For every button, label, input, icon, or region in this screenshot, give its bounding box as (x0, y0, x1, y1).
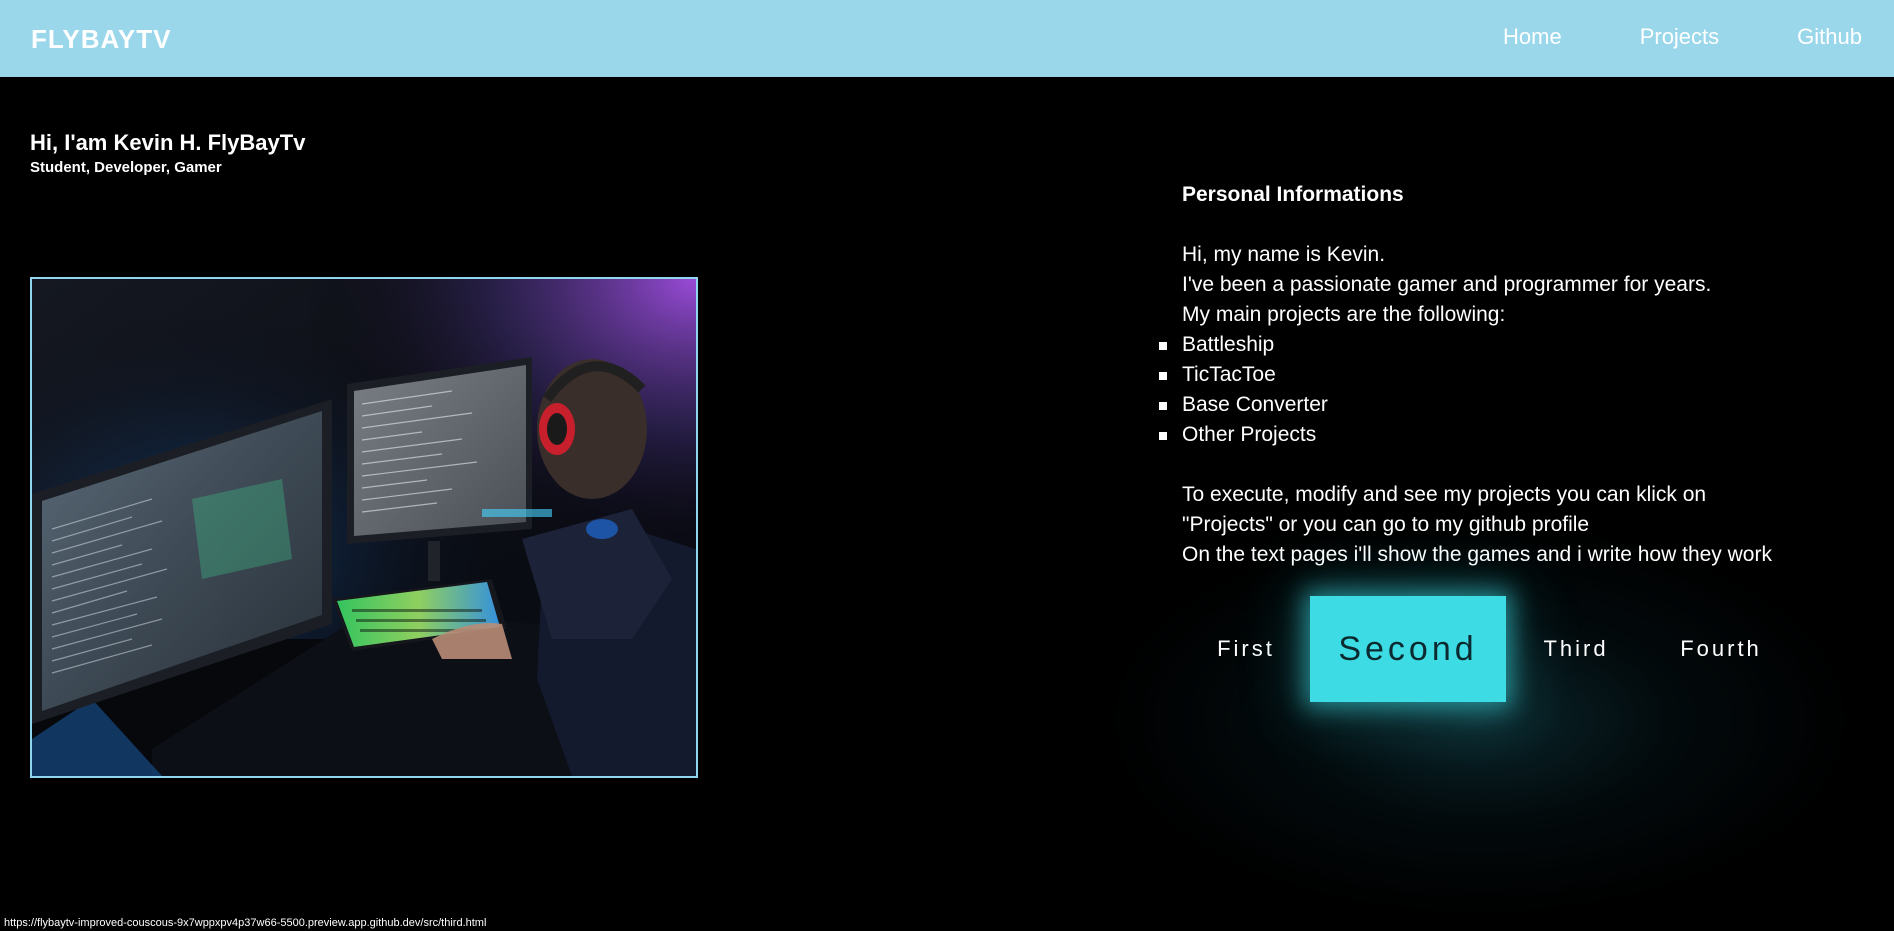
brand-logo[interactable]: FLYBAYTV (31, 24, 171, 55)
info-intro-line-3: My main projects are the following: (1182, 303, 1506, 326)
hero-title: Hi, I'am Kevin H. FlyBayTv (30, 130, 306, 155)
project-item-battleship: Battleship (1159, 330, 1822, 360)
nav-links: Home Projects Github (1425, 24, 1862, 50)
status-bar-url: https://flybaytv-improved-couscous-9x7wp… (4, 917, 487, 929)
tab-glow-background (1100, 520, 1860, 920)
info-outro-line-3: On the text pages i'll show the games an… (1182, 543, 1772, 566)
info-intro-line-2: I've been a passionate gamer and program… (1182, 273, 1712, 296)
info-outro-line-2: "Projects" or you can go to my github pr… (1182, 513, 1590, 536)
projects-list: Battleship TicTacToe Base Converter Othe… (1159, 330, 1822, 450)
tab-bar: First Second Third Fourth (1182, 596, 1796, 702)
profile-photo (30, 277, 698, 778)
tab-first[interactable]: First (1182, 636, 1310, 662)
info-title: Personal Informations (1182, 183, 1404, 206)
nav-link-github[interactable]: Github (1797, 24, 1862, 50)
personal-info-panel: Personal Informations Hi, my name is Kev… (1159, 180, 1822, 570)
hero-subtitle: Student, Developer, Gamer (30, 159, 222, 176)
project-item-base-converter: Base Converter (1159, 390, 1822, 420)
info-intro-line-1: Hi, my name is Kevin. (1182, 243, 1386, 266)
tab-fourth[interactable]: Fourth (1646, 636, 1796, 662)
tab-third[interactable]: Third (1506, 636, 1646, 662)
nav-link-home[interactable]: Home (1503, 24, 1562, 50)
tab-second[interactable]: Second (1310, 596, 1506, 702)
project-item-other: Other Projects (1159, 420, 1822, 450)
info-outro-line-1: To execute, modify and see my projects y… (1182, 483, 1707, 506)
gaming-setup-illustration (32, 279, 696, 776)
project-item-tictactoe: TicTacToe (1159, 360, 1822, 390)
navbar: FLYBAYTV Home Projects Github (0, 0, 1894, 77)
nav-link-projects[interactable]: Projects (1640, 24, 1719, 50)
